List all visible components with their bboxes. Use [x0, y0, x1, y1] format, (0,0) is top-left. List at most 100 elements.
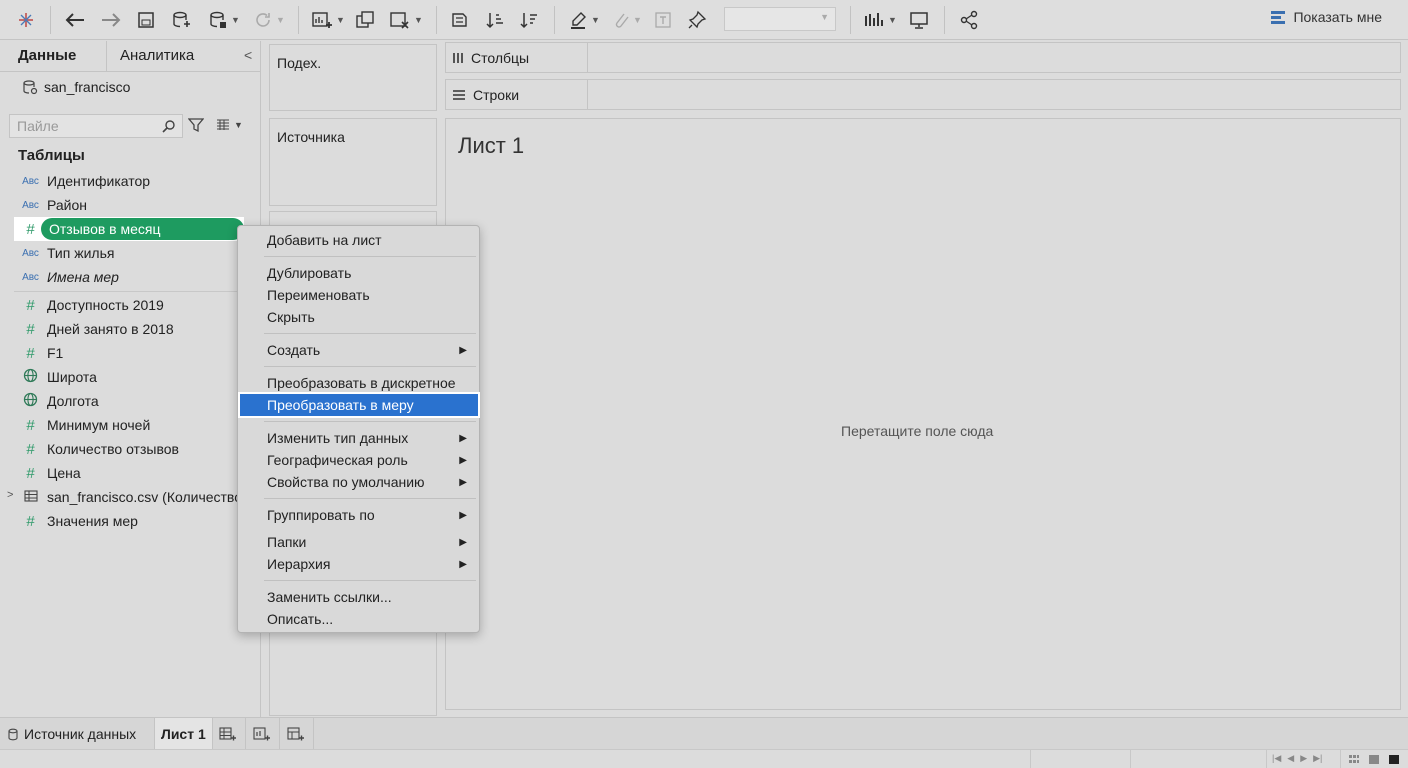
menu-item-folders[interactable]: Папки ▶	[238, 531, 479, 553]
menu-item-add-to-sheet[interactable]: Добавить на лист	[238, 229, 479, 251]
new-dashboard-tab-icon[interactable]	[251, 725, 273, 743]
database-icon	[23, 80, 38, 95]
tab-data-source[interactable]: Источник данных	[8, 718, 136, 750]
search-icon[interactable]	[162, 119, 176, 133]
menu-item-describe[interactable]: Описать...	[238, 608, 479, 630]
string-type-icon: Авс	[22, 175, 39, 187]
share-icon[interactable]	[956, 7, 982, 33]
field-longitude[interactable]: Долгота	[14, 389, 254, 413]
last-sheet-icon[interactable]: ▶|	[1313, 753, 1322, 764]
save-icon[interactable]	[134, 7, 158, 33]
submenu-arrow-icon: ▶	[459, 558, 467, 570]
number-type-icon: #	[26, 296, 35, 314]
status-bar: |◀ ◀ ▶ ▶|	[0, 749, 1408, 768]
tabs-view-icon[interactable]	[1388, 754, 1400, 765]
refresh-icon[interactable]: ▼	[250, 7, 288, 33]
rows-icon	[453, 89, 465, 100]
menu-item-default-properties[interactable]: Свойства по умолчанию ▶	[238, 471, 479, 493]
field-district[interactable]: Авс Район	[14, 193, 254, 217]
table-icon	[14, 489, 47, 505]
field-price[interactable]: # Цена	[14, 461, 254, 485]
field-measure-names[interactable]: Авс Имена мер	[14, 265, 254, 289]
database-icon	[8, 728, 18, 740]
field-number-of-reviews[interactable]: # Количество отзывов	[14, 437, 254, 461]
new-story-tab-icon[interactable]	[285, 725, 307, 743]
menu-item-change-data-type[interactable]: Изменить тип данных ▶	[238, 427, 479, 449]
field-room-type[interactable]: Авс Тип жилья	[14, 241, 254, 265]
highlight-icon[interactable]: ▼	[564, 7, 604, 33]
field-days-booked-2018[interactable]: # Дней занято в 2018	[14, 317, 254, 341]
sheet-sorter-icon[interactable]	[1348, 754, 1360, 765]
group-members-icon[interactable]: ▼	[608, 7, 644, 33]
clear-sheet-icon[interactable]: ▼	[386, 7, 426, 33]
next-sheet-icon[interactable]: ▶	[1300, 753, 1307, 764]
field-table-count[interactable]: san_francisco.csv (Количество)	[14, 485, 254, 509]
sheet-title[interactable]: Лист 1	[458, 133, 524, 159]
search-input[interactable]	[10, 115, 158, 137]
field-availability-2019[interactable]: # Доступность 2019	[14, 293, 254, 317]
menu-item-group-by[interactable]: Группировать по ▶	[238, 504, 479, 526]
filter-icon[interactable]	[188, 117, 204, 133]
swap-rows-columns-icon[interactable]	[446, 7, 472, 33]
field-latitude[interactable]: Широта	[14, 365, 254, 389]
pages-card-title: Подех.	[277, 55, 322, 71]
number-type-icon: #	[26, 320, 35, 338]
menu-item-hierarchy[interactable]: Иерархия ▶	[238, 553, 479, 575]
expand-arrow-icon[interactable]: >	[7, 489, 13, 501]
number-type-icon: #	[26, 464, 35, 482]
new-worksheet-tab-icon[interactable]	[217, 725, 239, 743]
sheet-navigation: |◀ ◀ ▶ ▶|	[1272, 753, 1322, 764]
pages-card[interactable]: Подех.	[269, 44, 437, 111]
sort-ascending-icon[interactable]	[482, 7, 508, 33]
menu-item-convert-to-discrete[interactable]: Преобразовать в дискретное	[238, 372, 479, 394]
redo-icon[interactable]	[98, 7, 124, 33]
field-measure-values[interactable]: # Значения мер	[14, 509, 254, 533]
field-f1[interactable]: # F1	[14, 341, 254, 365]
tableau-logo-icon[interactable]	[14, 7, 38, 33]
fit-width-select[interactable]: ▼	[724, 7, 836, 31]
collapse-pane-icon[interactable]: <	[244, 47, 252, 63]
show-mark-labels-icon[interactable]	[650, 7, 676, 33]
presentation-icon[interactable]	[906, 7, 932, 33]
previous-sheet-icon[interactable]: ◀	[1287, 753, 1294, 764]
data-pane: Данные Аналитика < san_francisco ▼ Табли…	[0, 41, 261, 717]
filters-card[interactable]: Источника	[269, 118, 437, 206]
menu-item-hide[interactable]: Скрыть	[238, 306, 479, 328]
new-worksheet-icon[interactable]: ▼	[308, 7, 348, 33]
tab-data[interactable]: Данные	[18, 47, 76, 64]
submenu-arrow-icon: ▶	[459, 476, 467, 488]
submenu-arrow-icon: ▶	[459, 344, 467, 356]
pause-updates-icon[interactable]: ▼	[204, 7, 244, 33]
tab-analytics[interactable]: Аналитика	[120, 47, 194, 64]
data-source-row[interactable]: san_francisco	[22, 79, 130, 95]
rows-shelf-label: Строки	[473, 86, 520, 103]
sort-descending-icon[interactable]	[516, 7, 542, 33]
menu-item-replace-references[interactable]: Заменить ссылки...	[238, 586, 479, 608]
string-type-icon: Авс	[22, 271, 39, 283]
fix-axes-icon[interactable]	[684, 7, 710, 33]
submenu-arrow-icon: ▶	[459, 536, 467, 548]
filmstrip-icon[interactable]	[1368, 754, 1380, 765]
tab-sheet-1[interactable]: Лист 1	[154, 718, 213, 750]
presentation-mode-grid-icon[interactable]: ▼	[860, 7, 900, 33]
undo-icon[interactable]	[62, 7, 88, 33]
show-me-button[interactable]: Показать мне	[1271, 9, 1382, 25]
rows-shelf[interactable]: Строки	[445, 79, 1401, 110]
columns-shelf[interactable]: Столбцы	[445, 42, 1401, 73]
first-sheet-icon[interactable]: |◀	[1272, 753, 1281, 764]
menu-item-duplicate[interactable]: Дублировать	[238, 262, 479, 284]
menu-item-rename[interactable]: Переименовать	[238, 284, 479, 306]
sheet-tabs-bar: Источник данных Лист 1	[0, 717, 1408, 750]
menu-item-geographic-role[interactable]: Географическая роль ▶	[238, 449, 479, 471]
menu-item-convert-to-measure[interactable]: Преобразовать в меру	[238, 392, 480, 418]
field-minimum-nights[interactable]: # Минимум ночей	[14, 413, 254, 437]
duplicate-sheet-icon[interactable]	[352, 7, 378, 33]
view-options-icon[interactable]: ▼	[216, 119, 243, 131]
field-id[interactable]: Авс Идентификатор	[14, 169, 254, 193]
new-data-source-icon[interactable]	[168, 7, 194, 33]
field-reviews-per-month[interactable]: # Отзывов в месяц	[14, 217, 244, 241]
menu-item-create[interactable]: Создать ▶	[238, 339, 479, 361]
show-me-icon	[1271, 10, 1286, 24]
worksheet-view[interactable]: Лист 1 Перетащите поле сюда	[445, 118, 1401, 710]
columns-icon	[453, 52, 463, 63]
